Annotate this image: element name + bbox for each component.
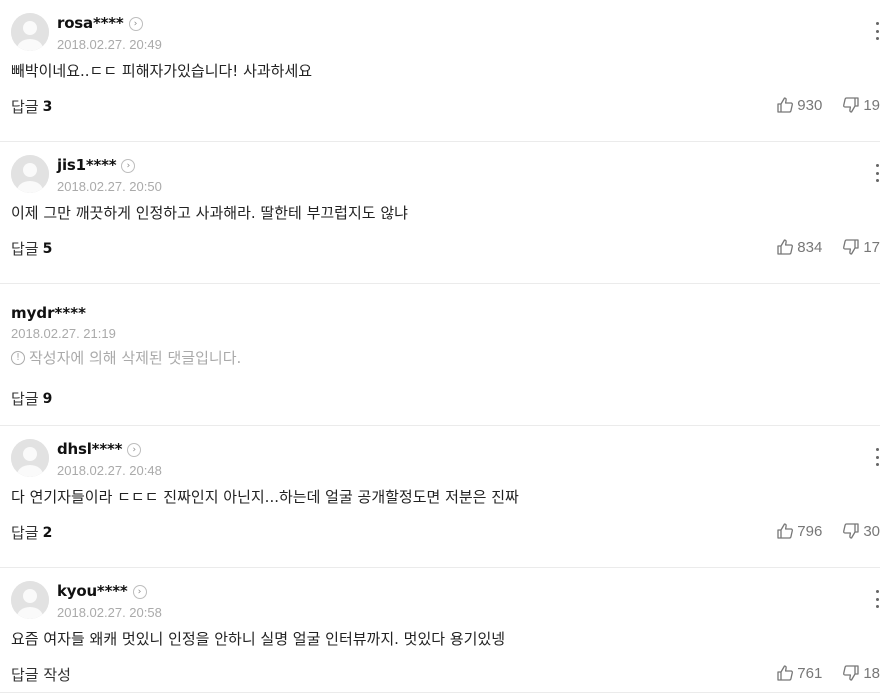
reply-label: 답글 작성	[11, 666, 71, 684]
dislike-button[interactable]: 17	[842, 238, 880, 256]
like-button[interactable]: 930	[776, 96, 822, 114]
chevron-right-circle-icon[interactable]: ›	[127, 443, 142, 457]
vote-group: 834 17	[776, 238, 880, 256]
reply-label: 답글	[11, 390, 39, 408]
vote-group: 796 30	[776, 522, 880, 540]
reply-button[interactable]: 답글 3	[11, 96, 52, 117]
default-avatar-icon	[11, 581, 49, 619]
author-row: rosa**** ›	[57, 13, 143, 33]
thumbs-up-icon	[777, 239, 794, 255]
dislike-count: 18	[863, 664, 880, 682]
avatar[interactable]	[11, 439, 49, 477]
comment-text: 요즘 여자들 왜캐 멋있니 인정을 안하니 실명 얼굴 인터뷰까지. 멋있다 용…	[11, 630, 506, 648]
default-avatar-icon	[11, 439, 49, 477]
comment-author[interactable]: rosa****	[57, 14, 124, 32]
reply-label: 답글	[11, 240, 39, 258]
exclamation-circle-icon: !	[11, 350, 25, 365]
reply-button[interactable]: 답글 9	[11, 388, 52, 409]
deleted-notice: ! 작성자에 의해 삭제된 댓글입니다.	[11, 347, 241, 368]
kebab-menu-icon[interactable]	[874, 590, 880, 608]
comment-item: dhsl**** › 2018.02.27. 20:48 다 연기자들이라 ㄷㄷ…	[0, 426, 880, 568]
avatar[interactable]	[11, 581, 49, 619]
dislike-button[interactable]: 19	[842, 96, 880, 114]
author-row: jis1**** ›	[57, 155, 136, 175]
comment-item: rosa**** › 2018.02.27. 20:49 빼박이네요..ㄷㄷ 피…	[0, 0, 880, 142]
comment-author[interactable]: jis1****	[57, 156, 117, 174]
thumbs-down-icon	[843, 97, 859, 113]
like-count: 834	[797, 238, 823, 256]
like-count: 930	[797, 96, 823, 114]
reply-label: 답글	[11, 98, 39, 116]
deleted-notice-text: 작성자에 의해 삭제된 댓글입니다.	[29, 349, 242, 367]
comment-text: 이제 그만 깨끗하게 인정하고 사과해라. 딸한테 부끄럽지도 않냐	[11, 204, 408, 222]
default-avatar-icon	[11, 13, 49, 51]
like-count: 796	[797, 522, 823, 540]
thumbs-up-icon	[777, 665, 794, 681]
like-button[interactable]: 834	[776, 238, 822, 256]
like-button[interactable]: 796	[776, 522, 822, 540]
comment-item: kyou**** › 2018.02.27. 20:58 요즘 여자들 왜캐 멋…	[0, 568, 880, 693]
thumbs-down-icon	[843, 665, 859, 681]
reply-button[interactable]: 답글 5	[11, 238, 52, 259]
avatar[interactable]	[11, 13, 49, 51]
vote-group: 761 18	[776, 664, 880, 682]
chevron-right-circle-icon[interactable]: ›	[128, 17, 143, 31]
vote-group: 930 19	[776, 96, 880, 114]
kebab-menu-icon[interactable]	[874, 164, 880, 182]
dislike-count: 30	[863, 522, 880, 540]
dislike-count: 17	[863, 238, 880, 256]
comment-author[interactable]: kyou****	[57, 582, 128, 600]
reply-count: 3	[42, 98, 53, 115]
reply-count: 2	[42, 524, 53, 541]
reply-button[interactable]: 답글 2	[11, 522, 52, 543]
comment-author[interactable]: dhsl****	[57, 440, 122, 458]
comment-date: 2018.02.27. 21:19	[11, 326, 116, 341]
dislike-count: 19	[863, 96, 880, 114]
reply-count: 5	[42, 240, 53, 257]
thumbs-down-icon	[843, 523, 859, 539]
comment-item: jis1**** › 2018.02.27. 20:50 이제 그만 깨끗하게 …	[0, 142, 880, 284]
like-count: 761	[797, 664, 823, 682]
chevron-right-circle-icon[interactable]: ›	[132, 585, 147, 599]
comment-item-deleted: mydr**** 2018.02.27. 21:19 ! 작성자에 의해 삭제된…	[0, 284, 880, 426]
avatar[interactable]	[11, 155, 49, 193]
thumbs-down-icon	[843, 239, 859, 255]
comment-date: 2018.02.27. 20:58	[57, 605, 162, 620]
reply-label: 답글	[11, 524, 39, 542]
thumbs-up-icon	[777, 97, 794, 113]
comment-date: 2018.02.27. 20:49	[57, 37, 162, 52]
dislike-button[interactable]: 18	[842, 664, 880, 682]
author-row: dhsl**** ›	[57, 439, 142, 459]
chevron-right-circle-icon[interactable]: ›	[121, 159, 136, 173]
write-reply-button[interactable]: 답글 작성	[11, 664, 71, 685]
kebab-menu-icon[interactable]	[874, 448, 880, 466]
author-row: kyou**** ›	[57, 581, 147, 601]
comment-text: 다 연기자들이라 ㄷㄷㄷ 진짜인지 아닌지...하는데 얼굴 공개할정도면 저분…	[11, 488, 519, 506]
kebab-menu-icon[interactable]	[874, 22, 880, 40]
comment-text: 빼박이네요..ㄷㄷ 피해자가있습니다! 사과하세요	[11, 62, 313, 80]
comment-date: 2018.02.27. 20:48	[57, 463, 162, 478]
comment-author: mydr****	[11, 304, 86, 322]
like-button[interactable]: 761	[776, 664, 822, 682]
reply-count: 9	[42, 390, 53, 407]
thumbs-up-icon	[777, 523, 794, 539]
comment-date: 2018.02.27. 20:50	[57, 179, 162, 194]
dislike-button[interactable]: 30	[842, 522, 880, 540]
default-avatar-icon	[11, 155, 49, 193]
